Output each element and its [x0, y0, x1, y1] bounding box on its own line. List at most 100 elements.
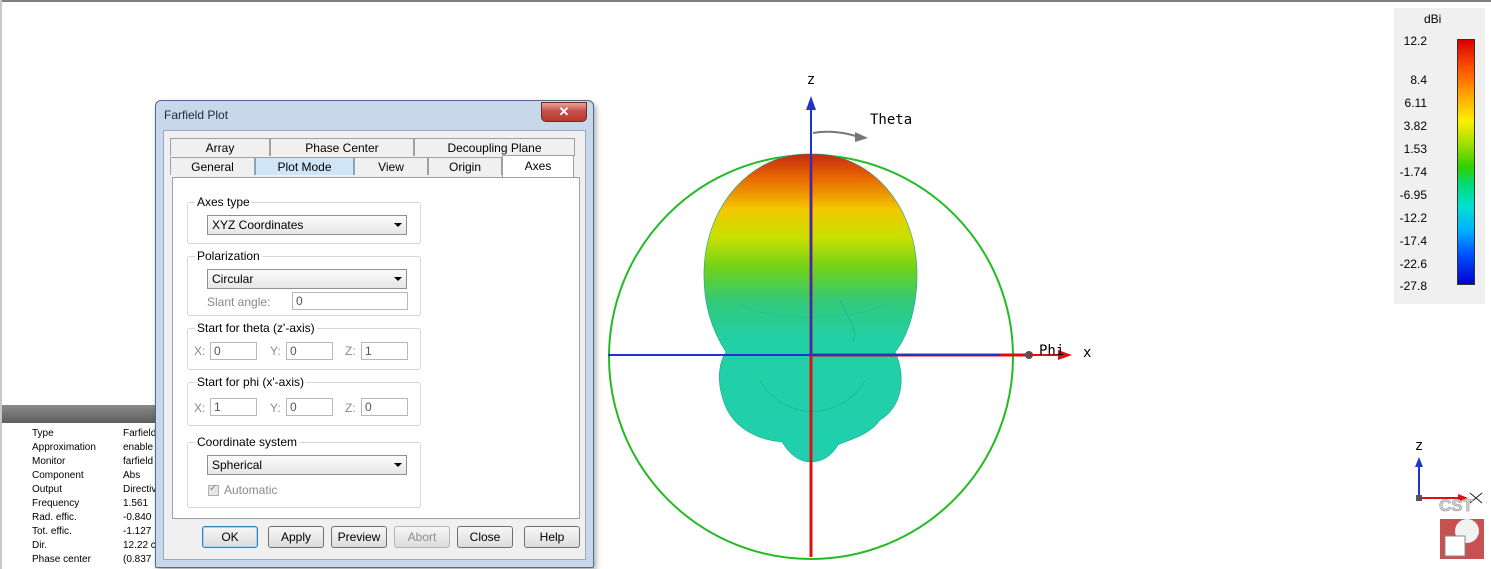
chevron-down-icon	[394, 277, 402, 281]
info-key: Monitor	[32, 456, 66, 467]
axes-tab-panel: Axes type XYZ Coordinates Polarization C…	[172, 177, 580, 519]
polarization-select[interactable]: Circular	[207, 269, 407, 289]
tab-view[interactable]: View	[354, 157, 428, 175]
info-key: Type	[32, 428, 54, 439]
slant-angle-label: Slant angle:	[207, 295, 271, 309]
dialog-title: Farfield Plot	[164, 108, 229, 122]
cst-logo-text: CST	[1439, 496, 1474, 515]
close-icon[interactable]: ✕	[541, 102, 587, 122]
preview-button[interactable]: Preview	[331, 526, 387, 548]
theta-label: Theta	[870, 112, 912, 128]
legend-tick: -17.4	[1399, 234, 1427, 248]
x-axis-label: x	[1083, 345, 1091, 361]
theta-arrow	[812, 130, 859, 138]
z-axis-label: z	[807, 72, 815, 88]
theta-x-label: X:	[194, 344, 206, 358]
phi-label: Phi	[1039, 343, 1064, 359]
axes-type-select[interactable]: XYZ Coordinates	[207, 215, 407, 235]
tab-general[interactable]: General	[170, 157, 255, 175]
legend-tick: 1.53	[1403, 142, 1427, 156]
info-value: 12.22 c	[123, 540, 156, 551]
theta-x-field[interactable]: 0	[210, 342, 257, 360]
polarization-label: Polarization	[195, 249, 262, 263]
info-row: Approximation enable	[32, 441, 172, 455]
automatic-checkbox[interactable]	[208, 483, 219, 496]
info-row: Tot. effic. -1.127	[32, 525, 172, 539]
info-row: Frequency 1.561	[32, 497, 172, 511]
theta-y-label: Y:	[270, 344, 281, 358]
dialog-body: Array Phase Center Decoupling Plane Gene…	[163, 130, 586, 560]
info-key: Frequency	[32, 498, 80, 509]
info-row: Phase center (0.837	[32, 553, 172, 567]
cst-logo: CST	[1439, 496, 1484, 559]
tab-axes[interactable]: Axes	[502, 155, 574, 177]
orientation-axes: z	[1415, 438, 1483, 504]
info-value: Directiv	[123, 484, 157, 495]
info-panel-header	[2, 405, 172, 423]
tab-phase-center[interactable]: Phase Center	[270, 138, 414, 156]
info-value: farfield	[123, 456, 154, 467]
info-value: -0.840	[123, 512, 152, 523]
info-value: 1.561	[123, 498, 149, 509]
info-key: Output	[32, 484, 63, 495]
abort-button[interactable]: Abort	[394, 526, 450, 548]
legend-tick: 8.4	[1410, 73, 1427, 87]
farfield-info-panel: Type Farfield Approximation enable Monitor…	[0, 405, 172, 569]
legend-tick: -1.74	[1399, 165, 1427, 179]
axes-type-group: Axes type XYZ Coordinates	[187, 195, 421, 244]
legend-unit: dBi	[1424, 12, 1442, 26]
info-key: Phase center	[32, 554, 91, 565]
phi-z-label: Z:	[345, 401, 356, 415]
tab-array[interactable]: Array	[170, 138, 270, 156]
mini-z-label: z	[1415, 438, 1423, 454]
info-key: Approximation	[32, 442, 96, 453]
info-row: Rad. effic. -0.840	[32, 511, 172, 525]
tab-origin[interactable]: Origin	[428, 157, 502, 175]
phi-y-field[interactable]: 0	[286, 398, 333, 416]
info-row: Output Directiv	[32, 483, 172, 497]
info-value: Abs	[123, 470, 141, 481]
theta-z-label: Z:	[345, 344, 356, 358]
close-button[interactable]: Close	[457, 526, 513, 548]
info-row: Monitor farfield	[32, 455, 172, 469]
info-value: enable	[123, 442, 154, 453]
axes-type-label: Axes type	[195, 195, 252, 209]
info-row: Dir. 12.22 c	[32, 539, 172, 553]
legend-tick: 12.2	[1403, 34, 1427, 48]
start-theta-label: Start for theta (z'-axis)	[195, 321, 317, 335]
phi-z-field[interactable]: 0	[361, 398, 408, 416]
info-key: Rad. effic.	[32, 512, 77, 523]
dialog-titlebar[interactable]: Farfield Plot ✕	[156, 101, 593, 129]
tab-decoupling-plane[interactable]: Decoupling Plane	[414, 138, 575, 156]
tab-plot-mode[interactable]: Plot Mode	[255, 157, 354, 175]
info-value: -1.127	[123, 526, 152, 537]
coordinate-system-select[interactable]: Spherical	[207, 455, 407, 475]
info-key: Component	[32, 470, 84, 481]
legend-tick: -22.6	[1399, 257, 1427, 271]
automatic-label: Automatic	[224, 483, 278, 497]
ok-button[interactable]: OK	[202, 526, 258, 548]
phi-x-field[interactable]: 1	[210, 398, 257, 416]
info-row: Component Abs	[32, 469, 172, 483]
legend-tick: 3.82	[1403, 119, 1427, 133]
chevron-down-icon	[394, 223, 402, 227]
info-value: (0.837	[123, 554, 152, 565]
theta-z-field[interactable]: 1	[361, 342, 408, 360]
polarization-group: Polarization Circular Slant angle: 0	[187, 249, 421, 316]
coordinate-system-group: Coordinate system Spherical Automatic	[187, 435, 421, 508]
z-axis-arrowhead	[806, 96, 816, 110]
apply-button[interactable]: Apply	[268, 526, 324, 548]
start-phi-group: Start for phi (x'-axis) X: 1 Y: 0 Z: 0	[187, 375, 421, 426]
theta-y-field[interactable]: 0	[286, 342, 333, 360]
color-scale-legend: dBi 12.2 8.4 6.11 3.82 1.53 -1.74 -6.95 …	[1394, 8, 1485, 304]
legend-tick: -12.2	[1399, 211, 1427, 225]
polarization-value: Circular	[212, 272, 254, 286]
slant-angle-field[interactable]: 0	[292, 292, 408, 310]
help-button[interactable]: Help	[524, 526, 580, 548]
start-phi-label: Start for phi (x'-axis)	[195, 375, 306, 389]
start-theta-group: Start for theta (z'-axis) X: 0 Y: 0 Z: 1	[187, 321, 421, 370]
axes-type-value: XYZ Coordinates	[212, 218, 304, 232]
info-key: Dir.	[32, 540, 47, 551]
chevron-down-icon	[394, 463, 402, 467]
info-row: Type Farfield	[32, 427, 172, 441]
